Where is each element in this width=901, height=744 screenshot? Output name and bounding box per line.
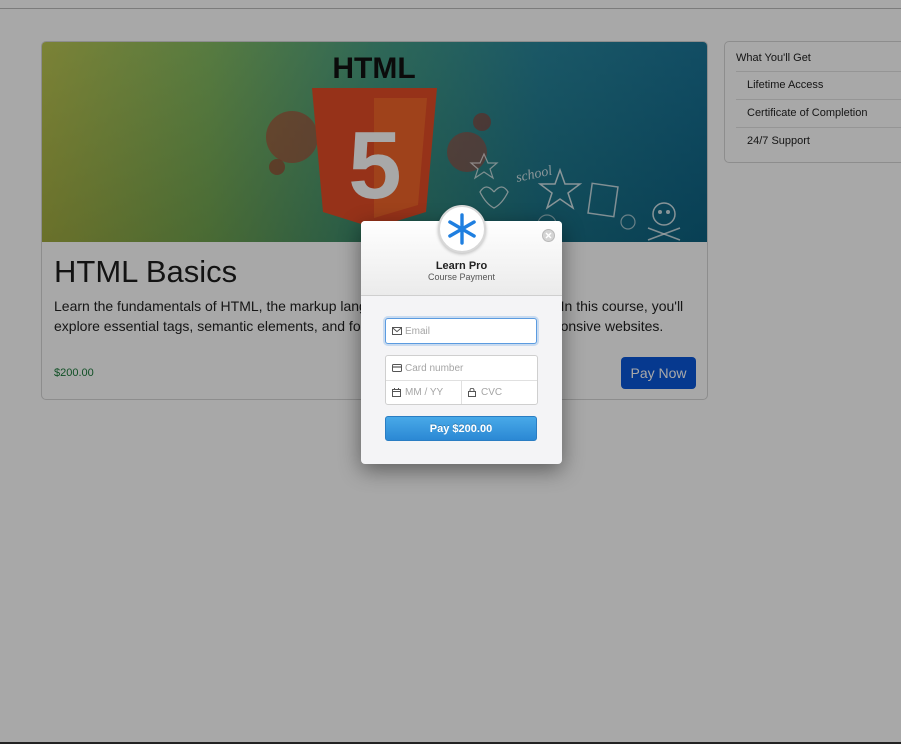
mail-icon — [392, 319, 402, 343]
payment-modal: Learn Pro Course Payment Email Card numb… — [361, 205, 562, 464]
lock-icon — [468, 380, 476, 404]
cvc-placeholder: CVC — [481, 386, 503, 398]
email-field[interactable]: Email — [385, 318, 537, 344]
expiry-field[interactable]: MM / YY — [386, 380, 462, 404]
card-number-field[interactable]: Card number — [386, 356, 537, 381]
calendar-icon — [392, 380, 401, 404]
asterisk-icon — [438, 205, 486, 253]
pay-button[interactable]: Pay $200.00 — [385, 416, 537, 441]
card-number-placeholder: Card number — [405, 362, 464, 374]
card-details-group: Card number MM / YY CVC — [385, 355, 538, 405]
email-placeholder: Email — [405, 325, 431, 337]
brand-name: Learn Pro — [435, 260, 488, 272]
expiry-placeholder: MM / YY — [405, 386, 444, 398]
close-icon[interactable] — [542, 229, 555, 242]
brand-subtitle: Course Payment — [427, 272, 496, 282]
modal-header: Learn Pro Course Payment — [361, 205, 562, 296]
cvc-field[interactable]: CVC — [462, 380, 537, 404]
credit-card-icon — [392, 356, 402, 380]
